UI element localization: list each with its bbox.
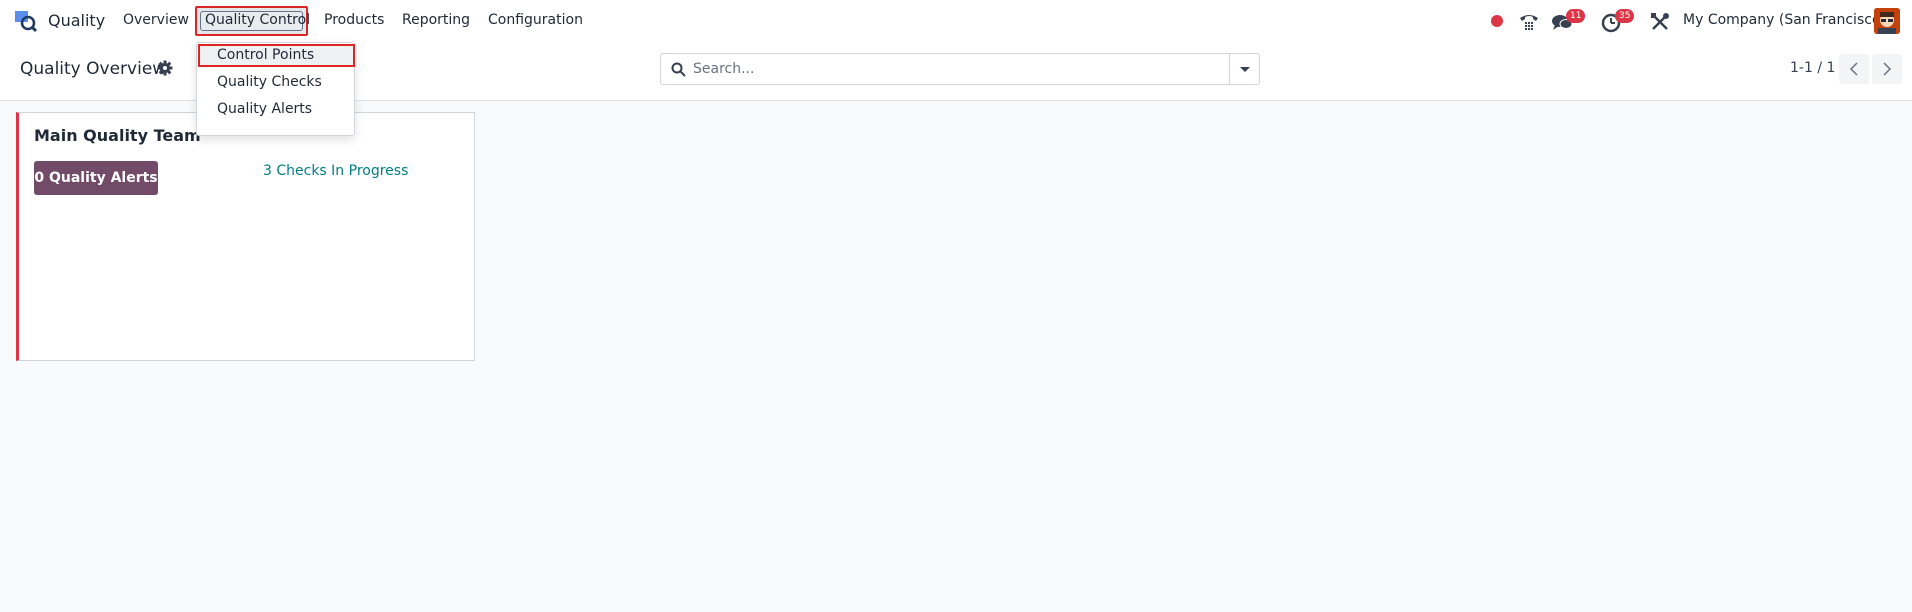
avatar-icon [1874, 8, 1900, 34]
checks-in-progress-link[interactable]: 3 Checks In Progress [263, 163, 408, 179]
pager-next-button[interactable] [1872, 54, 1902, 84]
search-bar [660, 53, 1260, 85]
user-avatar[interactable] [1874, 8, 1900, 34]
dropdown-item-quality-alerts[interactable]: Quality Alerts [217, 101, 312, 117]
search-options-toggle[interactable] [1229, 54, 1259, 84]
team-card[interactable]: Main Quality Team 0 Quality Alerts 3 Che… [16, 112, 475, 361]
chevron-down-icon [1240, 67, 1250, 72]
menu-quality-control-label[interactable]: Quality Control [205, 12, 310, 28]
gear-icon[interactable] [157, 60, 173, 76]
pager-value[interactable]: 1-1 / 1 [1790, 60, 1835, 76]
tools-icon[interactable] [1649, 11, 1671, 33]
dropdown-item-quality-checks[interactable]: Quality Checks [217, 74, 322, 90]
messages-badge: 11 [1566, 9, 1586, 23]
menu-overview[interactable]: Overview [123, 12, 189, 28]
pager-previous-button[interactable] [1839, 54, 1869, 84]
chevron-right-icon [1883, 62, 1892, 76]
quality-control-dropdown: Control Points Quality Checks Quality Al… [196, 42, 355, 136]
phone-icon[interactable] [1518, 11, 1540, 33]
page-title: Quality Overview [20, 59, 167, 79]
record-dot-icon[interactable] [1490, 14, 1504, 28]
activities-badge: 35 [1615, 9, 1635, 23]
search-icon [671, 62, 686, 77]
menu-configuration[interactable]: Configuration [488, 12, 583, 28]
quality-alerts-button[interactable]: 0 Quality Alerts [34, 161, 158, 195]
quality-app-logo-icon[interactable] [14, 9, 38, 33]
menu-reporting[interactable]: Reporting [402, 12, 470, 28]
app-name[interactable]: Quality [48, 11, 105, 30]
chevron-left-icon [1849, 62, 1858, 76]
team-name: Main Quality Team [34, 126, 201, 145]
search-input[interactable] [693, 55, 1223, 83]
top-navbar: Quality Overview Quality Control Product… [0, 0, 1912, 42]
company-switcher[interactable]: My Company (San Francisco) [1683, 12, 1886, 28]
dropdown-item-control-points[interactable]: Control Points [217, 47, 314, 63]
menu-products[interactable]: Products [324, 12, 384, 28]
